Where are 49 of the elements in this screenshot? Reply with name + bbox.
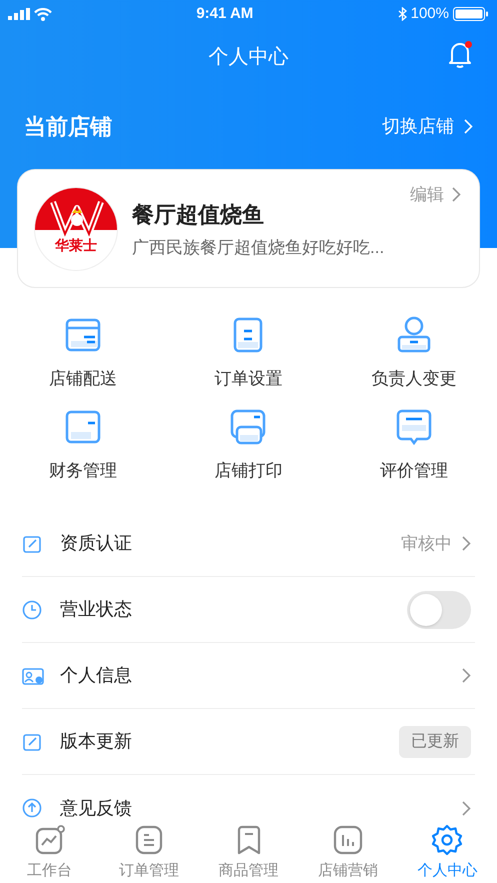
bar-chart-icon — [332, 824, 364, 856]
wifi-icon — [34, 8, 52, 20]
signal-icon — [8, 8, 30, 20]
id-card-icon — [22, 666, 44, 686]
status-text: 审核中 — [401, 532, 452, 555]
clock-icon — [22, 600, 44, 620]
battery-icon — [453, 7, 489, 21]
chevron-icon — [452, 187, 461, 202]
edit-icon — [22, 534, 44, 554]
shortcut-button[interactable]: 店铺配送 — [44, 316, 121, 392]
updated-badge: 已更新 — [399, 726, 471, 758]
settings-row[interactable]: 版本更新 已更新 — [22, 709, 475, 775]
store-name: 餐厅超值烧鱼 — [132, 201, 265, 228]
settings-row[interactable]: 营业状态 — [22, 577, 475, 643]
row-label: 版本更新 — [60, 730, 133, 753]
chevron-icon — [462, 536, 471, 551]
shortcut-button[interactable]: 负责人变更 — [368, 316, 461, 392]
shortcut-button[interactable]: 店铺打印 — [210, 408, 286, 483]
comment-icon — [395, 408, 434, 446]
battery-percent: 100% — [410, 4, 449, 24]
chevron-icon — [462, 668, 471, 683]
section-title: 当前店铺 — [24, 112, 112, 140]
chevron-icon — [462, 800, 471, 816]
settings-row[interactable]: 资质认证 审核中 — [22, 511, 475, 577]
row-label: 个人信息 — [60, 664, 133, 687]
settings-row[interactable]: 个人信息 — [22, 643, 475, 709]
switch-store-link[interactable]: 切换店铺 — [382, 112, 473, 140]
page-title: 个人中心 — [208, 44, 288, 70]
shortcut-button[interactable]: 评价管理 — [376, 408, 452, 483]
shortcut-button[interactable]: 订单设置 — [210, 316, 286, 392]
printer-icon — [229, 408, 268, 446]
tab-item[interactable]: 个人中心 — [398, 822, 497, 883]
upload-icon — [22, 798, 44, 818]
status-time: 9:41 AM — [196, 4, 254, 24]
store-description: 广西民族餐厅超值烧鱼好吃好吃... — [132, 236, 384, 258]
row-label: 营业状态 — [60, 598, 133, 621]
user-icon — [395, 316, 434, 354]
edit-icon — [22, 732, 44, 752]
toggle-switch[interactable] — [407, 590, 471, 628]
store-logo: 华莱士 — [34, 186, 118, 270]
settings-row[interactable]: 意见反馈 — [22, 775, 475, 822]
shortcut-button[interactable]: 财务管理 — [44, 408, 121, 483]
row-label: 资质认证 — [60, 532, 133, 555]
box-icon — [64, 316, 102, 354]
settings-icon — [431, 824, 464, 856]
notification-bell-icon[interactable] — [447, 40, 473, 70]
chevron-icon — [464, 118, 473, 134]
bluetooth-icon — [398, 7, 407, 21]
row-label: 意见反馈 — [60, 796, 133, 820]
